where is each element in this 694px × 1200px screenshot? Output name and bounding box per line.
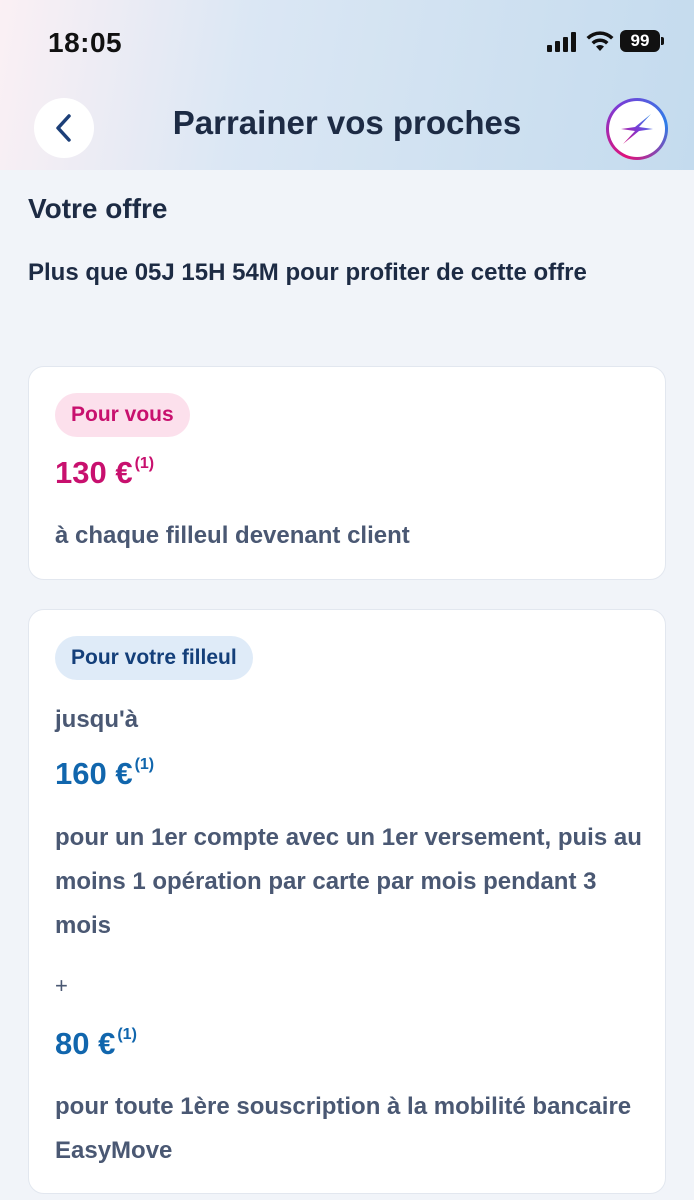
footnote-marker: (1) xyxy=(117,1025,137,1043)
amount-value: 130 € xyxy=(55,455,133,490)
plus-sign: + xyxy=(55,973,68,998)
reward-card-referrer: Pour vous 130 € (1) à chaque filleul deve… xyxy=(28,366,666,580)
reward-card-referee: Pour votre filleul jusqu'à 160 € (1) pour… xyxy=(28,609,666,1194)
countdown-text: Plus que 05J 15H 54M pour profiter de ce… xyxy=(28,259,587,286)
battery-cap xyxy=(661,37,664,45)
status-time: 18:05 xyxy=(48,27,123,58)
page-title: Parrainer vos proches xyxy=(172,104,522,141)
cellular-signal-icon xyxy=(547,32,576,52)
chip-for-referee: Pour votre filleul xyxy=(55,636,253,680)
referee-description-1: pour un 1er compte avec un 1er versement… xyxy=(55,824,642,939)
referrer-description: à chaque filleul devenant client xyxy=(55,522,410,549)
referee-amount-1: 160 € (1) xyxy=(55,756,154,792)
referrer-amount: 130 € (1) xyxy=(55,455,154,491)
footnote-marker: (1) xyxy=(134,454,155,472)
amount-value: 80 € xyxy=(55,1026,116,1061)
sparkle-icon xyxy=(621,114,653,144)
up-to-text: jusqu'à xyxy=(55,706,139,733)
chip-label: Pour vous xyxy=(71,403,174,426)
battery-level: 99 xyxy=(630,31,650,50)
chip-label: Pour votre filleul xyxy=(71,646,237,669)
section-title: Votre offre xyxy=(28,193,168,224)
sparkle-button[interactable] xyxy=(606,98,668,160)
footnote-marker: (1) xyxy=(134,755,155,773)
battery-icon: 99 xyxy=(620,30,660,52)
status-bar: 18:05 99 xyxy=(0,0,694,86)
referee-amount-2: 80 € (1) xyxy=(55,1026,137,1062)
header: 18:05 99 Parrainer vos proches xyxy=(0,0,694,170)
chip-for-you: Pour vous xyxy=(55,393,190,437)
wifi-icon xyxy=(586,31,614,51)
amount-value: 160 € xyxy=(55,756,133,791)
referee-description-2: pour toute 1ère souscription à la mobili… xyxy=(55,1093,632,1164)
